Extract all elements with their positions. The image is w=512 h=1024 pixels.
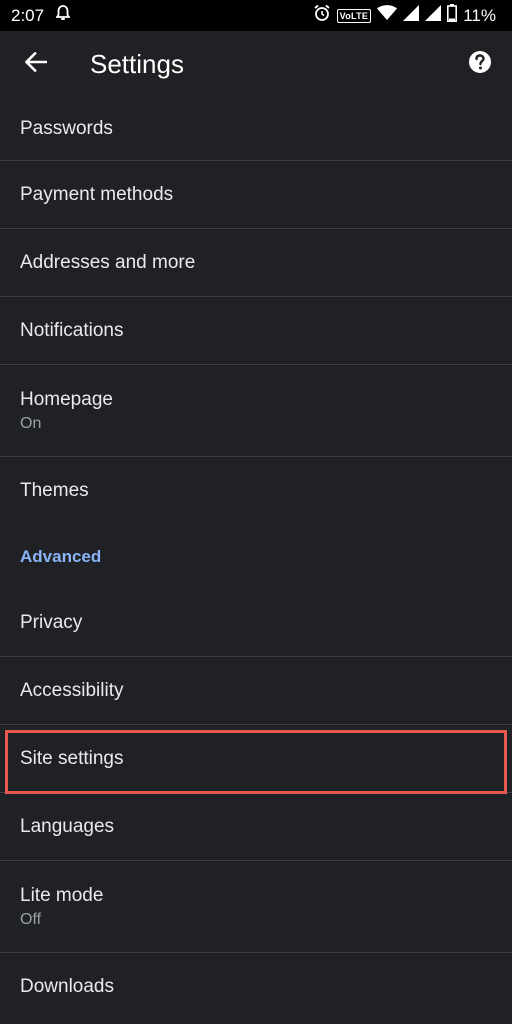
settings-list: Passwords Payment methods Addresses and … (0, 97, 512, 1021)
setting-addresses[interactable]: Addresses and more (0, 229, 512, 297)
status-left: 2:07 (0, 5, 71, 26)
setting-site-settings[interactable]: Site settings (0, 725, 512, 793)
alarm-clock-icon (313, 4, 331, 27)
status-bar: 2:07 VoLTE 11% (0, 0, 512, 31)
setting-label: Languages (20, 815, 115, 837)
setting-label: Payment methods (20, 183, 174, 205)
setting-passwords[interactable]: Passwords (0, 97, 512, 161)
setting-label: Lite mode (20, 884, 104, 906)
setting-label: Notifications (20, 319, 124, 341)
battery-icon (447, 4, 458, 27)
help-button[interactable] (464, 48, 496, 80)
back-button[interactable] (18, 46, 54, 82)
page-title: Settings (90, 48, 184, 79)
volte-badge: VoLTE (336, 8, 372, 23)
status-right: VoLTE 11% (313, 4, 512, 27)
notification-bell-icon (55, 5, 71, 26)
setting-downloads[interactable]: Downloads (0, 953, 512, 1021)
status-time: 2:07 (11, 5, 45, 25)
setting-label: Privacy (20, 611, 83, 633)
wifi-icon (377, 5, 398, 26)
setting-homepage[interactable]: Homepage On (0, 365, 512, 457)
setting-label: Themes (20, 480, 89, 501)
setting-label: Addresses and more (20, 251, 196, 273)
setting-label: Downloads (20, 976, 114, 997)
battery-percentage: 11% (463, 5, 496, 25)
setting-themes[interactable]: Themes (0, 457, 512, 525)
setting-lite-mode[interactable]: Lite mode Off (0, 861, 512, 953)
setting-status: On (20, 414, 42, 432)
setting-label: Accessibility (20, 679, 124, 701)
setting-languages[interactable]: Languages (0, 793, 512, 861)
setting-label: Site settings (20, 747, 124, 769)
arrow-back-icon (24, 51, 48, 77)
setting-payment-methods[interactable]: Payment methods (0, 161, 512, 229)
cell-signal-icon (425, 5, 442, 26)
setting-label: Passwords (20, 117, 113, 139)
help-circle-icon (468, 50, 492, 79)
setting-label: Homepage (20, 388, 113, 410)
section-header-advanced: Advanced (20, 547, 102, 566)
cell-signal-icon (403, 5, 420, 26)
setting-notifications[interactable]: Notifications (0, 297, 512, 365)
app-bar: Settings (0, 31, 512, 97)
setting-privacy[interactable]: Privacy (0, 589, 512, 657)
setting-status: Off (20, 910, 42, 928)
setting-accessibility[interactable]: Accessibility (0, 657, 512, 725)
